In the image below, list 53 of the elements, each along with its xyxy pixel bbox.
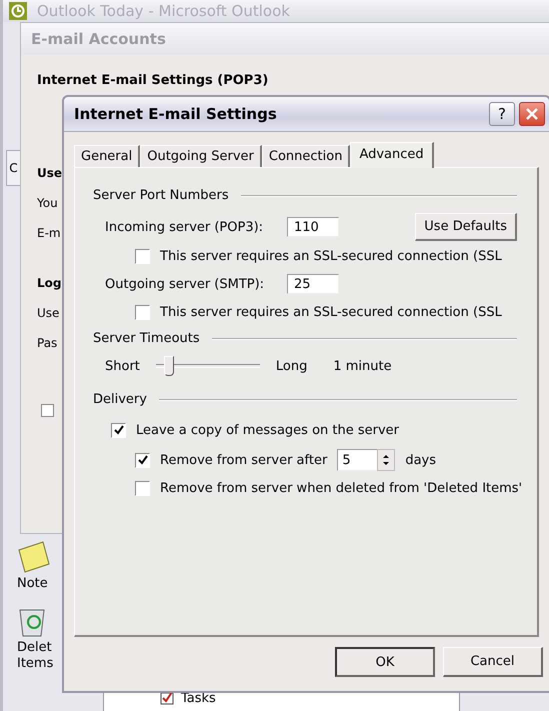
slider-reading: 1 minute	[333, 358, 392, 374]
outlook-logo-icon	[9, 2, 27, 20]
field-label: Incoming server (POP3):	[105, 220, 264, 234]
section-heading: Internet E-mail Settings (POP3)	[37, 73, 268, 88]
section-heading: Use	[37, 166, 62, 180]
checkbox-label: Remove from server after	[160, 452, 328, 468]
window-title: E-mail Accounts	[31, 30, 166, 48]
tab[interactable]: Advanced	[350, 142, 434, 168]
checkbox-label: Leave a copy of messages on the server	[136, 422, 400, 438]
checkbox-label: Remove from server when deleted from 'Deleted Items'	[160, 480, 522, 496]
field-label: You	[37, 196, 58, 210]
dialog-title: Internet E-mail Settings	[74, 105, 277, 123]
slider-max-label: Long	[276, 358, 308, 374]
checkbox-label: This server requires an SSL-secured connection (SSL	[160, 248, 502, 264]
window-title: Outlook Today - Microsoft Outlook	[37, 2, 290, 20]
side-tab[interactable]: C	[6, 150, 21, 186]
checkbox[interactable]	[135, 452, 150, 468]
close-button[interactable]	[519, 102, 545, 126]
checkbox[interactable]	[111, 422, 126, 438]
group-title: Server Port Numbers	[93, 188, 229, 203]
use-defaults-button[interactable]: Use Defaults	[415, 213, 517, 241]
help-button[interactable]: ?	[489, 102, 515, 126]
port-field[interactable]: 25	[287, 274, 339, 294]
field-label: Outgoing server (SMTP):	[105, 276, 266, 292]
tab[interactable]: General	[74, 145, 140, 167]
field-label: E-m	[37, 226, 61, 240]
days-field[interactable]: 5	[337, 449, 378, 471]
tab[interactable]: Connection	[262, 145, 350, 167]
nav-label: Items	[17, 656, 54, 671]
timeout-slider[interactable]	[156, 356, 260, 376]
group-title: Server Timeouts	[93, 331, 200, 346]
field-label: Use	[37, 306, 60, 320]
dialog-button[interactable]: OK	[335, 647, 435, 677]
slider-min-label: Short	[105, 358, 140, 374]
checkbox[interactable]	[135, 480, 150, 496]
unit-label: days	[405, 452, 436, 468]
dialog-button[interactable]: Cancel	[443, 647, 543, 677]
checkbox[interactable]	[41, 404, 54, 417]
spin-buttons[interactable]	[377, 449, 396, 471]
nav-label: Note	[17, 576, 48, 591]
tab[interactable]: Outgoing Server	[140, 145, 262, 167]
note-icon[interactable]	[17, 540, 51, 574]
group-title: Delivery	[93, 392, 147, 407]
port-field[interactable]: 110	[287, 217, 339, 237]
field-label: Pas	[37, 336, 58, 350]
checkbox-label: This server requires an SSL-secured connection (SSL	[160, 304, 502, 320]
checkbox[interactable]	[135, 248, 150, 264]
section-heading: Log	[37, 276, 62, 290]
checkbox[interactable]	[135, 304, 150, 320]
spin-arrows-icon[interactable]	[382, 453, 390, 467]
nav-label: Delet	[17, 640, 52, 655]
close-icon[interactable]	[525, 107, 539, 121]
slider-thumb[interactable]	[164, 356, 174, 376]
